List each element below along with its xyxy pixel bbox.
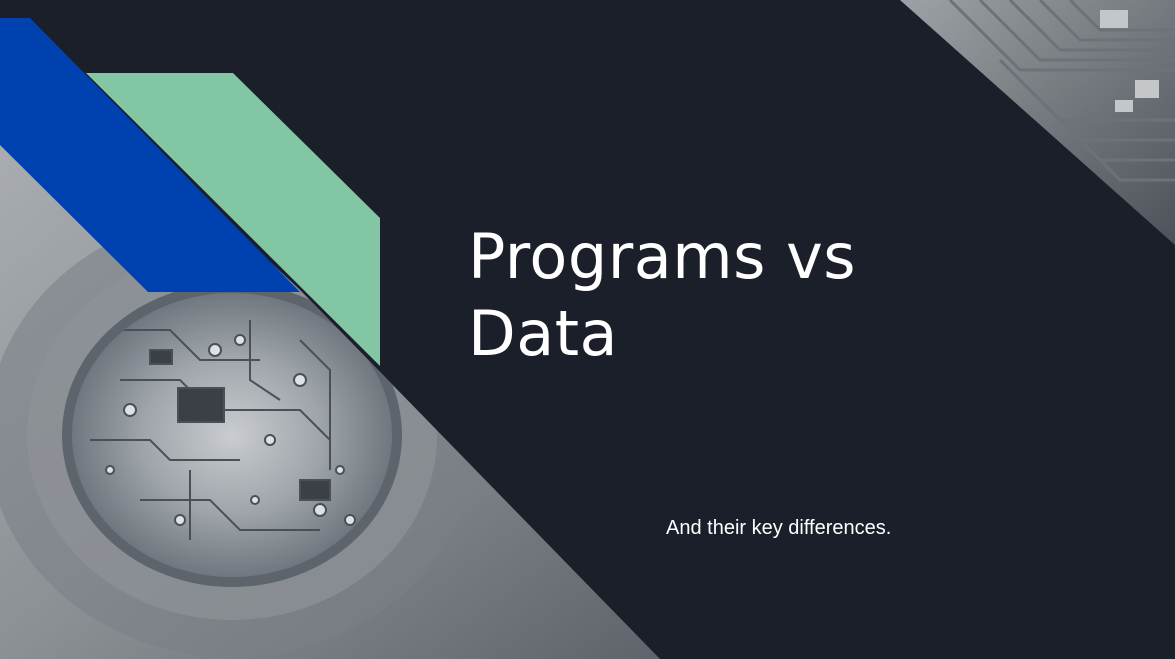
slide-title-line-2: Data	[468, 297, 619, 370]
slide: Programs vs Data And their key differenc…	[0, 0, 1175, 659]
slide-title: Programs vs Data	[468, 218, 1028, 372]
slide-subtitle: And their key differences.	[666, 517, 892, 539]
slide-title-line-1: Programs vs	[468, 220, 857, 293]
circuit-corner-photo	[900, 0, 1175, 245]
